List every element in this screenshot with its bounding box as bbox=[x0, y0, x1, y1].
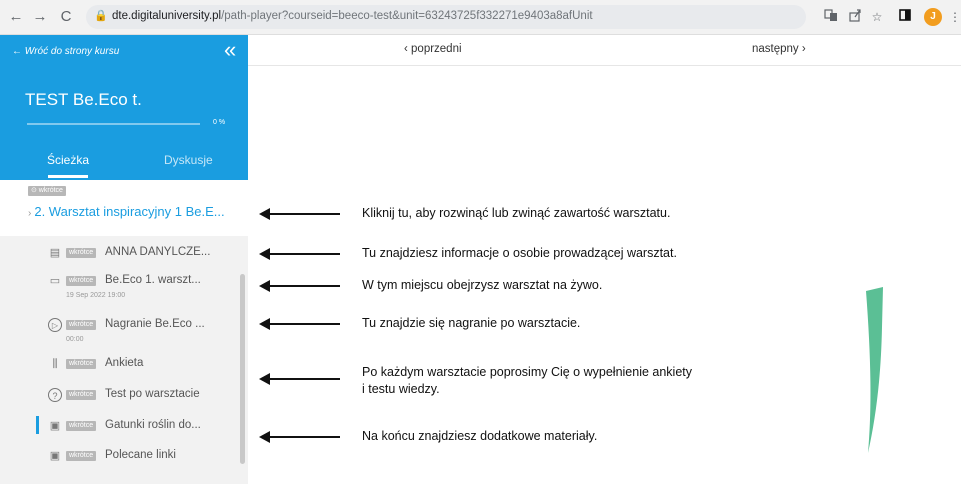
back-to-course-link[interactable]: ← Wróć do strony kursu bbox=[12, 46, 119, 57]
collapse-sidebar-icon[interactable]: « bbox=[224, 37, 236, 63]
forward-arrow-icon[interactable]: → bbox=[30, 7, 50, 27]
pdf-icon: ▣ bbox=[49, 450, 61, 462]
soon-badge: wkrótce bbox=[66, 390, 97, 400]
annotation-trainer-info: Tu znajdziesz informacje o osobie prowad… bbox=[362, 246, 677, 260]
active-item-indicator bbox=[36, 416, 39, 434]
back-arrow-icon[interactable]: ← bbox=[6, 7, 26, 27]
active-tab-indicator bbox=[48, 175, 88, 178]
annotation-arrow bbox=[259, 280, 341, 292]
lesson-list: ▤ wkrótce ANNA DANYLCZE... ▭ wkrótce Be.… bbox=[0, 236, 248, 484]
play-icon: ▷ bbox=[48, 318, 62, 332]
lesson-title: Polecane linki bbox=[105, 449, 176, 461]
tab-discussions[interactable]: Dyskusje bbox=[164, 153, 213, 167]
lesson-title: Be.Eco 1. warszt... bbox=[105, 274, 201, 286]
lesson-title: Nagranie Be.Eco ... bbox=[105, 318, 205, 330]
video-icon: ▭ bbox=[49, 275, 61, 287]
star-icon[interactable]: ☆ bbox=[868, 8, 886, 26]
url-host: dte.digitaluniversity.pl bbox=[112, 10, 222, 22]
next-link[interactable]: następny › bbox=[752, 43, 806, 55]
url-text[interactable]: dte.digitaluniversity.pl/path-player?cou… bbox=[112, 10, 593, 22]
lesson-item-links[interactable]: ▣ wkrótce Polecane linki bbox=[48, 449, 238, 479]
workshop-section-header[interactable]: ⊙ wkrótce › 2. Warsztat inspiracyjny 1 Be… bbox=[0, 180, 248, 236]
workshop-section-title[interactable]: › 2. Warsztat inspiracyjny 1 Be.E... bbox=[28, 204, 225, 219]
lesson-title: Ankieta bbox=[105, 357, 144, 369]
lesson-title: ANNA DANYLCZE... bbox=[105, 246, 211, 258]
annotation-arrow bbox=[259, 318, 341, 330]
url-path: /path-player?courseid=beeco-test&unit=63… bbox=[221, 10, 593, 22]
soon-badge: ⊙ wkrótce bbox=[28, 186, 66, 196]
sidebar-header: ← Wróć do strony kursu « TEST Be.Eco t. … bbox=[0, 35, 248, 180]
annotation-arrow bbox=[259, 248, 341, 260]
lesson-item-quiz[interactable]: ? wkrótce Test po warsztacie bbox=[48, 388, 238, 418]
lesson-item-plant-species[interactable]: ▣ wkrótce Gatunki roślin do... bbox=[48, 419, 238, 449]
reload-icon[interactable]: C bbox=[56, 7, 76, 27]
annotation-recording: Tu znajdzie się nagranie po warsztacie. bbox=[362, 316, 581, 330]
soon-badge: wkrótce bbox=[66, 359, 97, 369]
soon-badge: wkrótce bbox=[66, 248, 97, 258]
pdf-icon: ▣ bbox=[49, 420, 61, 432]
course-progress-label: 0 % bbox=[213, 119, 226, 126]
share-icon[interactable] bbox=[846, 8, 864, 26]
annotation-live-workshop: W tym miejscu obejrzysz warsztat na żywo… bbox=[362, 278, 603, 292]
soon-badge: wkrótce bbox=[66, 320, 97, 330]
sidepanel-icon[interactable] bbox=[896, 8, 914, 26]
annotation-arrow bbox=[259, 431, 341, 443]
browser-toolbar: ← → C 🔒 dte.digitaluniversity.pl/path-pl… bbox=[0, 0, 961, 35]
previous-link[interactable]: ‹ poprzedni bbox=[404, 43, 462, 55]
soon-badge: wkrótce bbox=[66, 276, 97, 286]
decorative-green-shape bbox=[866, 287, 883, 453]
annotation-arrow bbox=[259, 373, 341, 385]
lesson-title: Gatunki roślin do... bbox=[105, 419, 201, 431]
lesson-title: Test po warsztacie bbox=[105, 388, 200, 400]
annotation-survey-quiz: Po każdym warsztacie poprosimy Cię o wyp… bbox=[362, 365, 693, 396]
tab-path[interactable]: Ścieżka bbox=[47, 153, 89, 167]
lesson-item-survey[interactable]: ⫼ wkrótce Ankieta bbox=[48, 357, 238, 387]
quiz-icon: ? bbox=[48, 388, 62, 402]
section-title-text: 2. Warsztat inspiracyjny 1 Be.E... bbox=[34, 204, 225, 219]
sidebar-scrollbar[interactable] bbox=[240, 274, 245, 464]
lock-icon: 🔒 bbox=[94, 10, 108, 22]
soon-badge: wkrótce bbox=[66, 451, 97, 461]
lesson-date: 19 Sep 2022 19:00 bbox=[66, 292, 126, 299]
menu-icon[interactable]: ⋮ bbox=[946, 8, 961, 26]
soon-badge: wkrótce bbox=[66, 421, 97, 431]
course-title: TEST Be.Eco t. bbox=[25, 90, 142, 109]
annotation-expand-section: Kliknij tu, aby rozwinąć lub zwinąć zawa… bbox=[362, 206, 671, 220]
course-sidebar: ← Wróć do strony kursu « TEST Be.Eco t. … bbox=[0, 35, 248, 484]
profile-avatar[interactable]: J bbox=[924, 8, 942, 26]
course-progress-bar bbox=[27, 123, 200, 125]
survey-icon: ⫼ bbox=[52, 358, 58, 370]
lesson-item-live-workshop[interactable]: ▭ wkrótce Be.Eco 1. warszt... 19 Sep 202… bbox=[48, 274, 238, 304]
lesson-duration: 00:00 bbox=[66, 336, 84, 343]
lesson-item-recording[interactable]: ▷ wkrótce Nagranie Be.Eco ... 00:00 bbox=[48, 318, 238, 348]
content-divider bbox=[248, 65, 961, 66]
annotation-extra-materials: Na końcu znajdziesz dodatkowe materiały. bbox=[362, 429, 598, 443]
annotation-arrow bbox=[259, 208, 341, 220]
translate-icon[interactable] bbox=[822, 8, 840, 26]
lesson-item-trainer-info[interactable]: ▤ wkrótce ANNA DANYLCZE... bbox=[48, 246, 238, 276]
expand-caret-icon: › bbox=[28, 208, 32, 219]
book-icon: ▤ bbox=[49, 247, 61, 259]
address-bar[interactable]: 🔒 dte.digitaluniversity.pl/path-player?c… bbox=[86, 5, 806, 29]
